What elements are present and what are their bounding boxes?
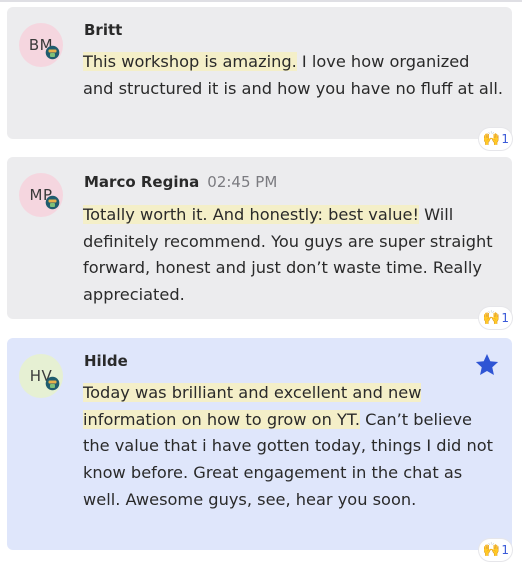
message-text: Today was brilliant and excellent and ne… (83, 380, 503, 514)
host-badge-icon (45, 376, 60, 391)
highlighted-text: Totally worth it. And honestly: best val… (83, 205, 419, 224)
chat-message[interactable]: BM Britt This workshop is amazing. I lov… (7, 7, 512, 150)
star-icon[interactable] (474, 352, 500, 378)
reaction-count: 1 (501, 311, 509, 325)
chat-message-starred[interactable]: HV Hilde Today was brilliant and excelle… (7, 338, 512, 561)
reaction-pill[interactable]: 🙌 1 (478, 539, 512, 561)
reaction-pill[interactable]: 🙌 1 (478, 307, 512, 329)
sender-name: Hilde (84, 352, 128, 370)
reaction-count: 1 (501, 543, 509, 557)
reaction-pill[interactable]: 🙌 1 (478, 128, 512, 150)
top-divider (0, 0, 522, 2)
raised-hands-emoji: 🙌 (482, 542, 501, 558)
host-badge-icon (45, 195, 60, 210)
sender-name: Marco Regina 02:45 PM (84, 173, 278, 191)
chat-message[interactable]: MP Marco Regina 02:45 PM Totally worth it… (7, 157, 512, 329)
host-badge-icon (45, 45, 60, 60)
sender-name: Britt (84, 21, 123, 39)
message-text: This workshop is amazing. I love how org… (83, 49, 503, 102)
reaction-count: 1 (501, 132, 509, 146)
raised-hands-emoji: 🙌 (482, 131, 501, 147)
highlighted-text: This workshop is amazing. (83, 52, 297, 71)
message-text: Totally worth it. And honestly: best val… (83, 202, 503, 309)
message-timestamp: 02:45 PM (207, 173, 278, 191)
raised-hands-emoji: 🙌 (482, 310, 501, 326)
